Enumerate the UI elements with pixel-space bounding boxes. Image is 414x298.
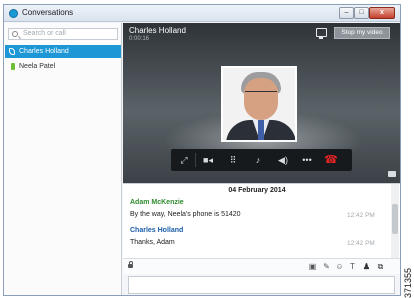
caller-photo (221, 66, 297, 142)
chat-scrollbar[interactable] (391, 184, 399, 258)
figure-id: 371355 (403, 267, 413, 298)
end-call-icon[interactable]: ☎ (324, 153, 338, 167)
stop-video-button[interactable]: Stop my video (334, 27, 390, 39)
lock-icon (128, 261, 133, 268)
search-input[interactable]: Search or call (8, 28, 118, 40)
photo-face (244, 78, 278, 120)
attach-icon[interactable]: ✎ (321, 261, 332, 272)
mute-icon[interactable]: ♪ (251, 153, 265, 167)
close-button[interactable]: x (369, 7, 395, 19)
search-placeholder: Search or call (23, 30, 66, 37)
conversation-pane: Charles Holland 0:00:16 Stop my video ⤢ … (123, 23, 400, 295)
conversations-window: Conversations – □ x Search or call Charl… (3, 4, 401, 296)
message-text: By the way, Neela's phone is 51420 (130, 211, 241, 218)
contact-name: Neela Patel (19, 63, 56, 70)
window-title: Conversations (22, 8, 74, 17)
camera-icon[interactable]: ■◂ (201, 153, 215, 167)
minimize-button[interactable]: – (339, 7, 354, 19)
chat-date: 04 February 2014 (228, 187, 286, 194)
presence-icon (11, 63, 15, 70)
message-author: Adam McKenzie (130, 199, 184, 206)
contact-name: Charles Holland (19, 48, 69, 55)
title-bar: Conversations – □ x (4, 5, 400, 22)
message-author: Charles Holland (130, 227, 184, 234)
font-icon[interactable]: T (347, 261, 358, 272)
message-text: Thanks, Adam (130, 239, 175, 246)
fullscreen-icon[interactable]: ⤢ (177, 153, 191, 167)
scrollbar-thumb[interactable] (392, 204, 398, 234)
keypad-icon[interactable]: ⠿ (226, 153, 240, 167)
caller-name: Charles Holland (129, 26, 186, 35)
emoticon-icon[interactable]: ☺ (334, 261, 345, 272)
volume-icon[interactable]: ◀) (276, 153, 290, 167)
message-compose-input[interactable] (128, 276, 395, 294)
app-logo-icon (9, 9, 18, 18)
share-screen-icon[interactable] (316, 28, 327, 39)
popout-icon[interactable]: ⧉ (375, 261, 386, 272)
add-participant-icon[interactable]: ♟ (361, 261, 372, 272)
screenshot: Conversations – □ x Search or call Charl… (0, 0, 414, 298)
self-view-icon[interactable] (388, 171, 396, 177)
chat-panel: 04 February 2014 Adam McKenzie By the wa… (123, 183, 400, 274)
contacts-sidebar: Search or call Charles Holland Neela Pat… (4, 23, 122, 295)
message-time: 12:42 PM (347, 212, 375, 219)
controls-divider (195, 153, 196, 167)
search-icon (12, 31, 18, 37)
screenshot-icon[interactable]: ▣ (307, 261, 318, 272)
call-controls-bar: ⤢ ■◂ ⠿ ♪ ◀) ••• ☎ (171, 149, 352, 171)
call-timer: 0:00:16 (129, 36, 150, 42)
photo-tie (258, 120, 264, 140)
maximize-button[interactable]: □ (354, 7, 369, 19)
contact-item-neela-patel[interactable]: Neela Patel (5, 60, 121, 73)
phone-icon (9, 48, 15, 55)
message-time: 12:42 PM (347, 240, 375, 247)
more-icon[interactable]: ••• (300, 153, 314, 167)
contact-item-charles-holland[interactable]: Charles Holland (5, 45, 121, 58)
chat-toolbar: ▣ ✎ ☺ T ♟ ⧉ (123, 258, 400, 274)
video-panel: Charles Holland 0:00:16 Stop my video ⤢ … (123, 23, 400, 183)
photo-glasses (245, 91, 277, 98)
